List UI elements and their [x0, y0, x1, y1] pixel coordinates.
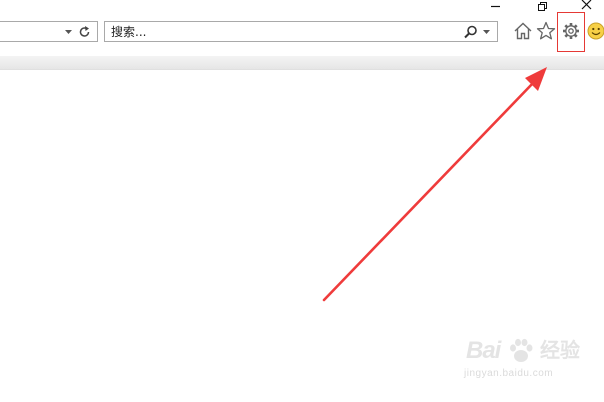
baidu-jingyan-watermark: Bai 经验 jingyan.baidu.com: [462, 336, 582, 386]
paw-icon: [510, 338, 533, 362]
watermark-url: jingyan.baidu.com: [464, 368, 554, 379]
watermark-brand: 经验: [540, 340, 580, 362]
watermark-logo-text: Bai: [466, 337, 501, 364]
browser-window: 搜索... Bai 经验 jingyan.baidu.com: [0, 0, 604, 402]
